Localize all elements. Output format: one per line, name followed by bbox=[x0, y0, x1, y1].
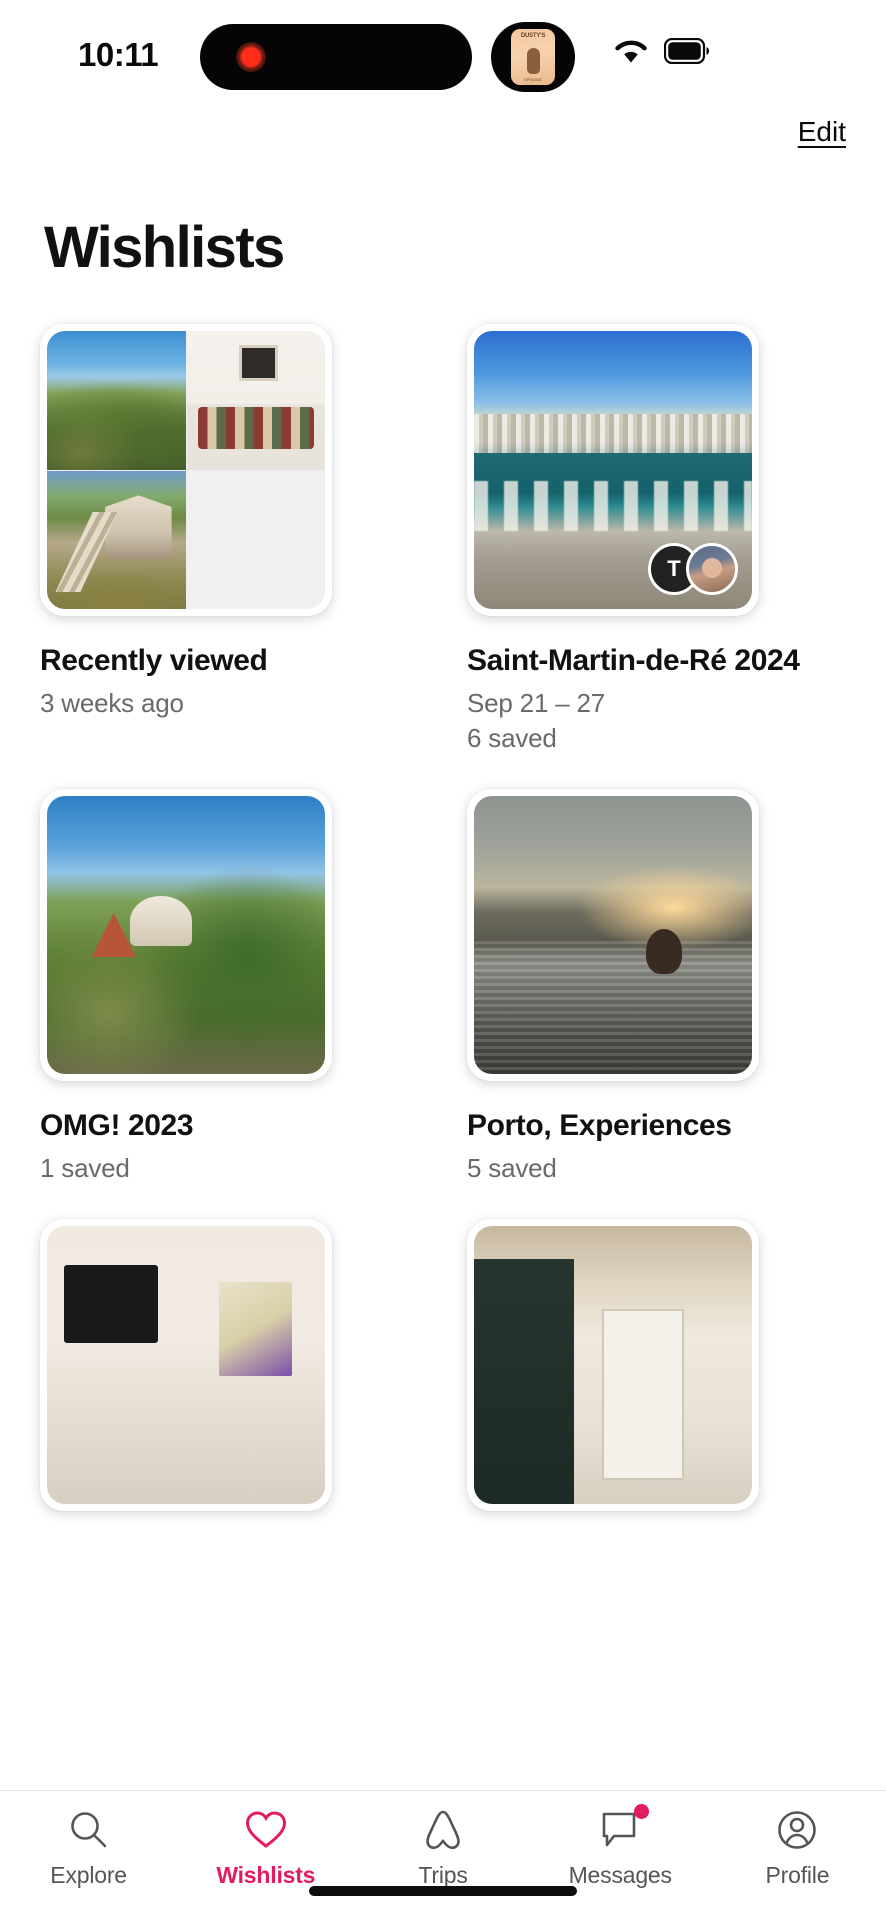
wishlist-photo bbox=[474, 1226, 752, 1504]
battery-icon bbox=[663, 37, 710, 69]
tab-label: Wishlists bbox=[216, 1862, 316, 1888]
record-dot-icon bbox=[236, 42, 266, 72]
microphone-glyph bbox=[526, 47, 540, 74]
tab-profile[interactable]: Profile bbox=[709, 1807, 886, 1889]
wishlist-grid: Recently viewed 3 weeks ago T Saint-Mart… bbox=[40, 324, 846, 1545]
speech-bubble-icon bbox=[598, 1804, 650, 1853]
collage-empty-slot bbox=[186, 470, 325, 609]
wishlist-title: Recently viewed bbox=[40, 644, 268, 677]
wishlist-dates: Sep 21 – 27 bbox=[467, 688, 606, 718]
wishlist-title: Saint-Martin-de-Ré 2024 bbox=[467, 644, 800, 677]
wishlist-card[interactable]: T Saint-Martin-de-Ré 2024 Sep 21 – 27 6 … bbox=[467, 324, 846, 755]
avatar[interactable] bbox=[686, 543, 738, 595]
wishlist-saved-count: 6 saved bbox=[467, 723, 557, 753]
wishlist-card[interactable] bbox=[467, 1219, 846, 1511]
header-actions: Edit bbox=[0, 112, 886, 168]
wishlist-thumbnail[interactable] bbox=[467, 789, 759, 1081]
wifi-icon bbox=[612, 38, 650, 71]
tab-label: Trips bbox=[418, 1862, 468, 1888]
dynamic-island[interactable] bbox=[200, 24, 472, 90]
wishlist-title: Porto, Experiences bbox=[467, 1109, 732, 1142]
home-indicator[interactable] bbox=[309, 1886, 577, 1896]
tab-messages[interactable]: Messages bbox=[532, 1804, 709, 1889]
podcast-artwork-icon: DUSTY'S EPISODE bbox=[511, 29, 555, 85]
person-circle-icon bbox=[776, 1807, 818, 1853]
tab-trips[interactable]: Trips bbox=[354, 1807, 531, 1889]
wishlist-thumbnail[interactable] bbox=[467, 1219, 759, 1511]
wishlist-photo bbox=[474, 796, 752, 1074]
bottom-tab-bar: Explore Wishlists Trips Messages Profile bbox=[0, 1790, 886, 1918]
wishlist-thumbnail[interactable] bbox=[40, 1219, 332, 1511]
collage-photo bbox=[47, 470, 186, 609]
wishlist-subtitle: 3 weeks ago bbox=[40, 688, 184, 718]
heart-icon bbox=[244, 1807, 288, 1853]
wishlist-photo bbox=[47, 796, 325, 1074]
app-screen: 10:11 DUSTY'S EPISODE Edit Wishlists Rec… bbox=[0, 0, 886, 1918]
page-title: Wishlists bbox=[44, 215, 285, 280]
edit-button[interactable]: Edit bbox=[798, 116, 846, 148]
search-icon bbox=[68, 1807, 110, 1853]
wishlist-card[interactable] bbox=[40, 1219, 419, 1511]
tab-wishlists[interactable]: Wishlists bbox=[177, 1807, 354, 1889]
thumbnail-collage bbox=[47, 331, 325, 609]
wishlist-saved-count: 1 saved bbox=[40, 1153, 130, 1183]
wishlist-thumbnail[interactable]: T bbox=[467, 324, 759, 616]
tab-label: Messages bbox=[568, 1862, 672, 1888]
wishlist-saved-count: 5 saved bbox=[467, 1153, 557, 1183]
airbnb-belo-icon bbox=[422, 1807, 464, 1853]
status-bar: 10:11 DUSTY'S EPISODE bbox=[0, 0, 886, 112]
status-time: 10:11 bbox=[78, 36, 159, 73]
collaborator-avatars: T bbox=[648, 543, 738, 595]
wishlist-photo bbox=[47, 1226, 325, 1504]
collage-photo bbox=[47, 331, 186, 470]
messages-badge bbox=[634, 1804, 650, 1819]
wishlist-thumbnail[interactable] bbox=[40, 324, 332, 616]
wishlist-card[interactable]: Recently viewed 3 weeks ago bbox=[40, 324, 419, 755]
wishlist-thumbnail[interactable] bbox=[40, 789, 332, 1081]
wishlist-card[interactable]: OMG! 2023 1 saved bbox=[40, 789, 419, 1185]
collage-photo bbox=[186, 331, 325, 470]
podcast-artwork-footer: EPISODE bbox=[524, 77, 542, 82]
wishlist-card[interactable]: Porto, Experiences 5 saved bbox=[467, 789, 846, 1185]
tab-explore[interactable]: Explore bbox=[0, 1807, 177, 1889]
tab-label: Profile bbox=[765, 1862, 830, 1888]
live-activity-pill[interactable]: DUSTY'S EPISODE bbox=[491, 22, 575, 92]
tab-label: Explore bbox=[50, 1862, 127, 1888]
wishlist-title: OMG! 2023 bbox=[40, 1109, 194, 1142]
podcast-artwork-title: DUSTY'S bbox=[520, 33, 546, 39]
